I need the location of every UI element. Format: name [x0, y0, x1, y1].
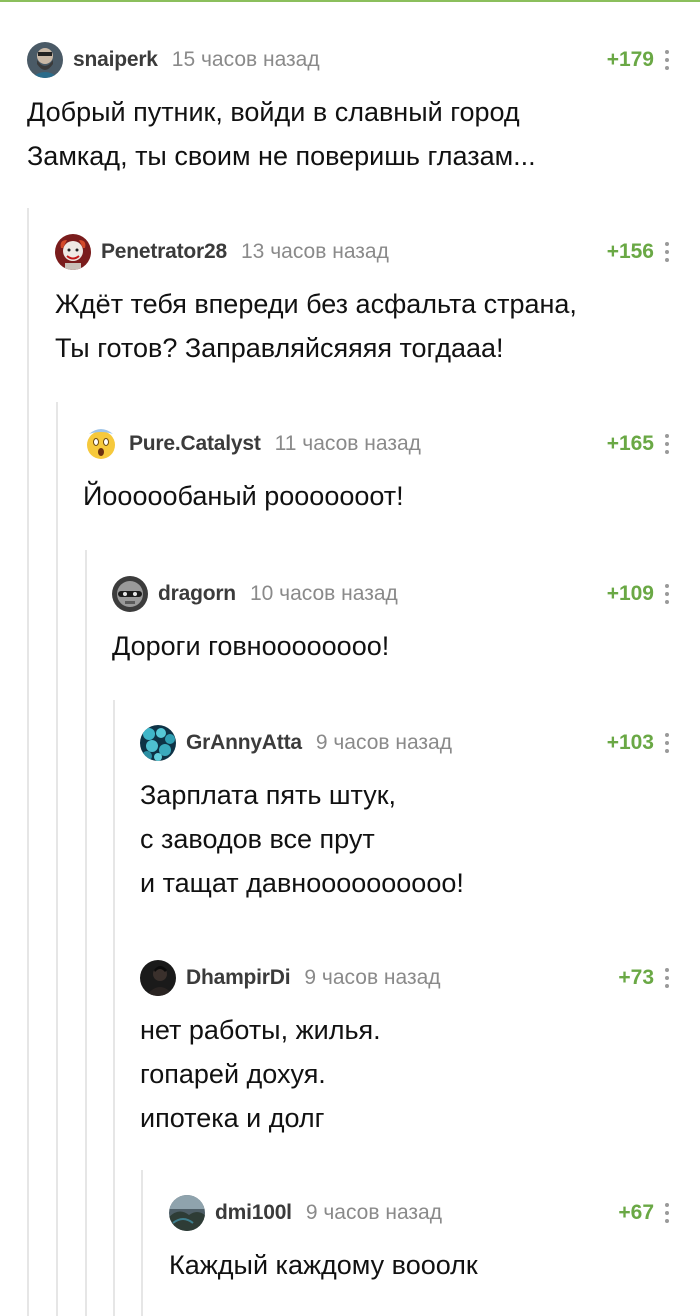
user-avatar[interactable]: [55, 234, 91, 270]
more-options-icon[interactable]: [662, 431, 672, 457]
username-link[interactable]: dmi100l: [215, 1201, 292, 1225]
top-divider: [0, 0, 700, 2]
timestamp[interactable]: 9 часов назад: [306, 1201, 442, 1225]
more-options-icon[interactable]: [662, 965, 672, 991]
dark-portrait-avatar-icon: [140, 960, 176, 996]
more-options-icon[interactable]: [662, 239, 672, 265]
comment: dragorn 10 часов назад +109 Дороги говно…: [112, 576, 700, 668]
comment-text: Дороги говноооооооо!: [112, 624, 700, 668]
timestamp[interactable]: 9 часов назад: [316, 731, 452, 755]
comment-line: с заводов все прут: [140, 824, 375, 854]
thread-line: [27, 208, 29, 1316]
comment-line: Ждёт тебя впереди без асфальта страна,: [55, 289, 577, 319]
user-avatar[interactable]: [169, 1195, 205, 1231]
comment-header: snaiperk 15 часов назад +179: [27, 42, 700, 78]
comment-text: Зарплата пять штук, с заводов все прут и…: [140, 773, 700, 905]
bearded-man-avatar-icon: [27, 42, 63, 78]
more-options-icon[interactable]: [662, 1200, 672, 1226]
comment-text: Йоооообаный рооооооот!: [83, 474, 700, 518]
username-link[interactable]: Penetrator28: [101, 240, 227, 264]
comment: Pure.Catalyst 11 часов назад +165 Йооооо…: [83, 426, 700, 518]
timestamp[interactable]: 9 часов назад: [304, 966, 440, 990]
comment-line: гопарей дохуя.: [140, 1059, 326, 1089]
timestamp[interactable]: 11 часов назад: [275, 432, 421, 456]
comment: DhampirDi 9 часов назад +73 нет работы, …: [140, 960, 700, 1140]
thread-line: [141, 1170, 143, 1316]
more-options-icon[interactable]: [662, 730, 672, 756]
user-avatar[interactable]: [27, 42, 63, 78]
rating-score: +73: [618, 966, 654, 989]
landscape-avatar-icon: [169, 1195, 205, 1231]
comment-line: Йоооообаный рооооооот!: [83, 481, 404, 511]
user-avatar[interactable]: [112, 576, 148, 612]
comment-header: DhampirDi 9 часов назад +73: [140, 960, 700, 996]
username-link[interactable]: Pure.Catalyst: [129, 432, 261, 456]
comment-line: Замкад, ты своим не поверишь глазам...: [27, 141, 536, 171]
user-avatar[interactable]: [83, 426, 119, 462]
comment-line: и тащат давноооооооооо!: [140, 868, 464, 898]
thread-line: [113, 700, 115, 1316]
comment-line: Ты готов? Заправляйсяяяя тогдааа!: [55, 333, 504, 363]
comment: Penetrator28 13 часов назад +156 Ждёт те…: [55, 234, 700, 370]
comment: GrAnnyAtta 9 часов назад +103 Зарплата п…: [140, 725, 700, 905]
comment-text: Добрый путник, войди в славный город Зам…: [27, 90, 700, 178]
comment: snaiperk 15 часов назад +179 Добрый путн…: [27, 42, 700, 178]
more-options-icon[interactable]: [662, 581, 672, 607]
user-avatar[interactable]: [140, 960, 176, 996]
comment-line: Добрый путник, войди в славный город: [27, 97, 520, 127]
comment-line: нет работы, жилья.: [140, 1015, 381, 1045]
rating-score: +103: [606, 731, 654, 754]
comment-line: ипотека и долг: [140, 1103, 325, 1133]
comment-header: Penetrator28 13 часов назад +156: [55, 234, 700, 270]
comment-header: Pure.Catalyst 11 часов назад +165: [83, 426, 700, 462]
timestamp[interactable]: 10 часов назад: [250, 582, 398, 606]
comment-text: нет работы, жилья. гопарей дохуя. ипотек…: [140, 1008, 700, 1140]
timestamp[interactable]: 13 часов назад: [241, 240, 389, 264]
rating-score: +109: [606, 582, 654, 605]
comment-text: Ждёт тебя впереди без асфальта страна, Т…: [55, 282, 700, 370]
username-link[interactable]: snaiperk: [73, 48, 158, 72]
comment-line: Дороги говноооооооо!: [112, 631, 390, 661]
clown-avatar-icon: [55, 234, 91, 270]
rating-score: +179: [606, 48, 654, 71]
robot-avatar-icon: [112, 576, 148, 612]
comment-header: GrAnnyAtta 9 часов назад +103: [140, 725, 700, 761]
comment-header: dragorn 10 часов назад +109: [112, 576, 700, 612]
username-link[interactable]: GrAnnyAtta: [186, 731, 302, 755]
username-link[interactable]: DhampirDi: [186, 966, 291, 990]
timestamp[interactable]: 15 часов назад: [172, 48, 320, 72]
comment: dmi100l 9 часов назад +67 Каждый каждому…: [169, 1195, 700, 1287]
screaming-emoji-avatar-icon: [83, 426, 119, 462]
comment-header: dmi100l 9 часов назад +67: [169, 1195, 700, 1231]
comment-line: Каждый каждому вооолк: [169, 1250, 478, 1280]
more-options-icon[interactable]: [662, 47, 672, 73]
comment-text: Каждый каждому вооолк: [169, 1243, 700, 1287]
comment-line: Зарплата пять штук,: [140, 780, 397, 810]
username-link[interactable]: dragorn: [158, 582, 236, 606]
user-avatar[interactable]: [140, 725, 176, 761]
blue-spheres-avatar-icon: [140, 725, 176, 761]
rating-score: +67: [618, 1201, 654, 1224]
rating-score: +156: [606, 240, 654, 263]
thread-line: [56, 402, 58, 1316]
thread-line: [85, 550, 87, 1316]
rating-score: +165: [606, 432, 654, 455]
